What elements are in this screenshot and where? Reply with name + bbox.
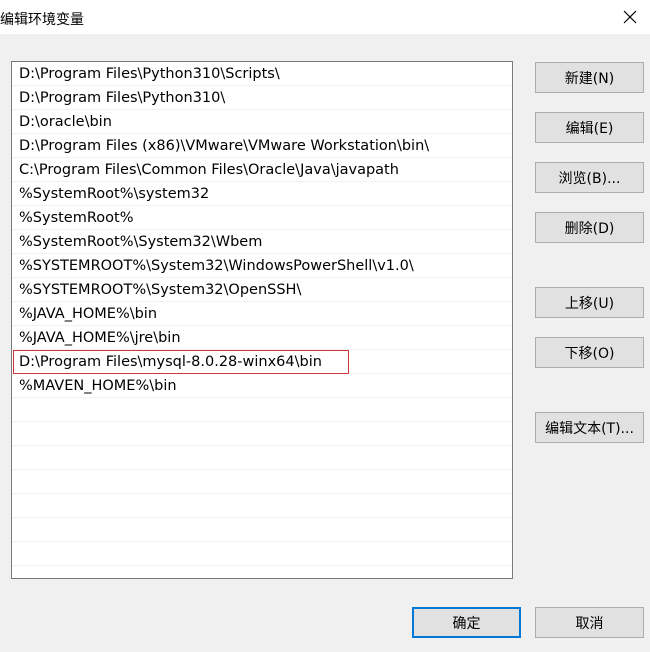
list-item[interactable]: C:\Program Files\Common Files\Oracle\Jav… bbox=[12, 158, 512, 182]
move-up-button[interactable]: 上移(U) bbox=[535, 287, 644, 318]
close-button[interactable] bbox=[610, 0, 650, 34]
new-button[interactable]: 新建(N) bbox=[535, 62, 644, 93]
list-item[interactable]: %SystemRoot%\System32\Wbem bbox=[12, 230, 512, 254]
list-item-text: %SYSTEMROOT%\System32\OpenSSH\ bbox=[19, 282, 302, 298]
path-list[interactable]: D:\Program Files\Python310\Scripts\ D:\Pr… bbox=[11, 61, 513, 579]
edit-text-button[interactable]: 编辑文本(T)... bbox=[535, 412, 644, 443]
list-item-text: %MAVEN_HOME%\bin bbox=[19, 378, 177, 394]
list-item-text: %JAVA_HOME%\bin bbox=[19, 306, 158, 322]
list-item-text: D:\Program Files\Python310\Scripts\ bbox=[19, 66, 280, 82]
close-icon bbox=[623, 10, 637, 24]
empty-list-row bbox=[12, 494, 512, 518]
empty-list-row bbox=[12, 518, 512, 542]
list-item-text: D:\Program Files (x86)\VMware\VMware Wor… bbox=[19, 138, 430, 154]
list-item-text: %SYSTEMROOT%\System32\WindowsPowerShell\… bbox=[19, 258, 414, 274]
list-item-text: %SystemRoot%\System32\Wbem bbox=[19, 234, 263, 250]
empty-list-row bbox=[12, 446, 512, 470]
title-bar: 编辑环境变量 bbox=[0, 0, 650, 34]
list-item-text: %JAVA_HOME%\jre\bin bbox=[19, 330, 181, 346]
list-item-text: %SystemRoot% bbox=[19, 210, 134, 226]
list-item-text: D:\Program Files\Python310\ bbox=[19, 90, 226, 106]
list-item-text: D:\Program Files\mysql-8.0.28-winx64\bin bbox=[19, 354, 322, 370]
list-item[interactable]: %SystemRoot% bbox=[12, 206, 512, 230]
move-down-button[interactable]: 下移(O) bbox=[535, 337, 644, 368]
list-item[interactable]: %SYSTEMROOT%\System32\OpenSSH\ bbox=[12, 278, 512, 302]
list-item-text: C:\Program Files\Common Files\Oracle\Jav… bbox=[19, 162, 399, 178]
cancel-button[interactable]: 取消 bbox=[535, 607, 644, 638]
empty-list-row bbox=[12, 398, 512, 422]
browse-button[interactable]: 浏览(B)... bbox=[535, 162, 644, 193]
list-item-text: D:\oracle\bin bbox=[19, 114, 112, 130]
list-item[interactable]: D:\Program Files (x86)\VMware\VMware Wor… bbox=[12, 134, 512, 158]
empty-list-row bbox=[12, 470, 512, 494]
list-item[interactable]: D:\Program Files\mysql-8.0.28-winx64\bin bbox=[12, 350, 512, 374]
list-item[interactable]: %SystemRoot%\system32 bbox=[12, 182, 512, 206]
list-item[interactable]: %MAVEN_HOME%\bin bbox=[12, 374, 512, 398]
list-item[interactable]: D:\oracle\bin bbox=[12, 110, 512, 134]
dialog-title: 编辑环境变量 bbox=[0, 12, 84, 28]
edit-env-variable-dialog: 编辑环境变量 D:\Program Files\Python310\Script… bbox=[0, 0, 650, 652]
ok-button[interactable]: 确定 bbox=[412, 607, 521, 638]
list-item[interactable]: %JAVA_HOME%\jre\bin bbox=[12, 326, 512, 350]
list-item[interactable]: %JAVA_HOME%\bin bbox=[12, 302, 512, 326]
empty-list-row bbox=[12, 422, 512, 446]
list-item[interactable]: D:\Program Files\Python310\ bbox=[12, 86, 512, 110]
delete-button[interactable]: 删除(D) bbox=[535, 212, 644, 243]
list-item-text: %SystemRoot%\system32 bbox=[19, 186, 210, 202]
edit-button[interactable]: 编辑(E) bbox=[535, 112, 644, 143]
list-item[interactable]: D:\Program Files\Python310\Scripts\ bbox=[12, 62, 512, 86]
empty-list-row bbox=[12, 542, 512, 566]
list-item[interactable]: %SYSTEMROOT%\System32\WindowsPowerShell\… bbox=[12, 254, 512, 278]
